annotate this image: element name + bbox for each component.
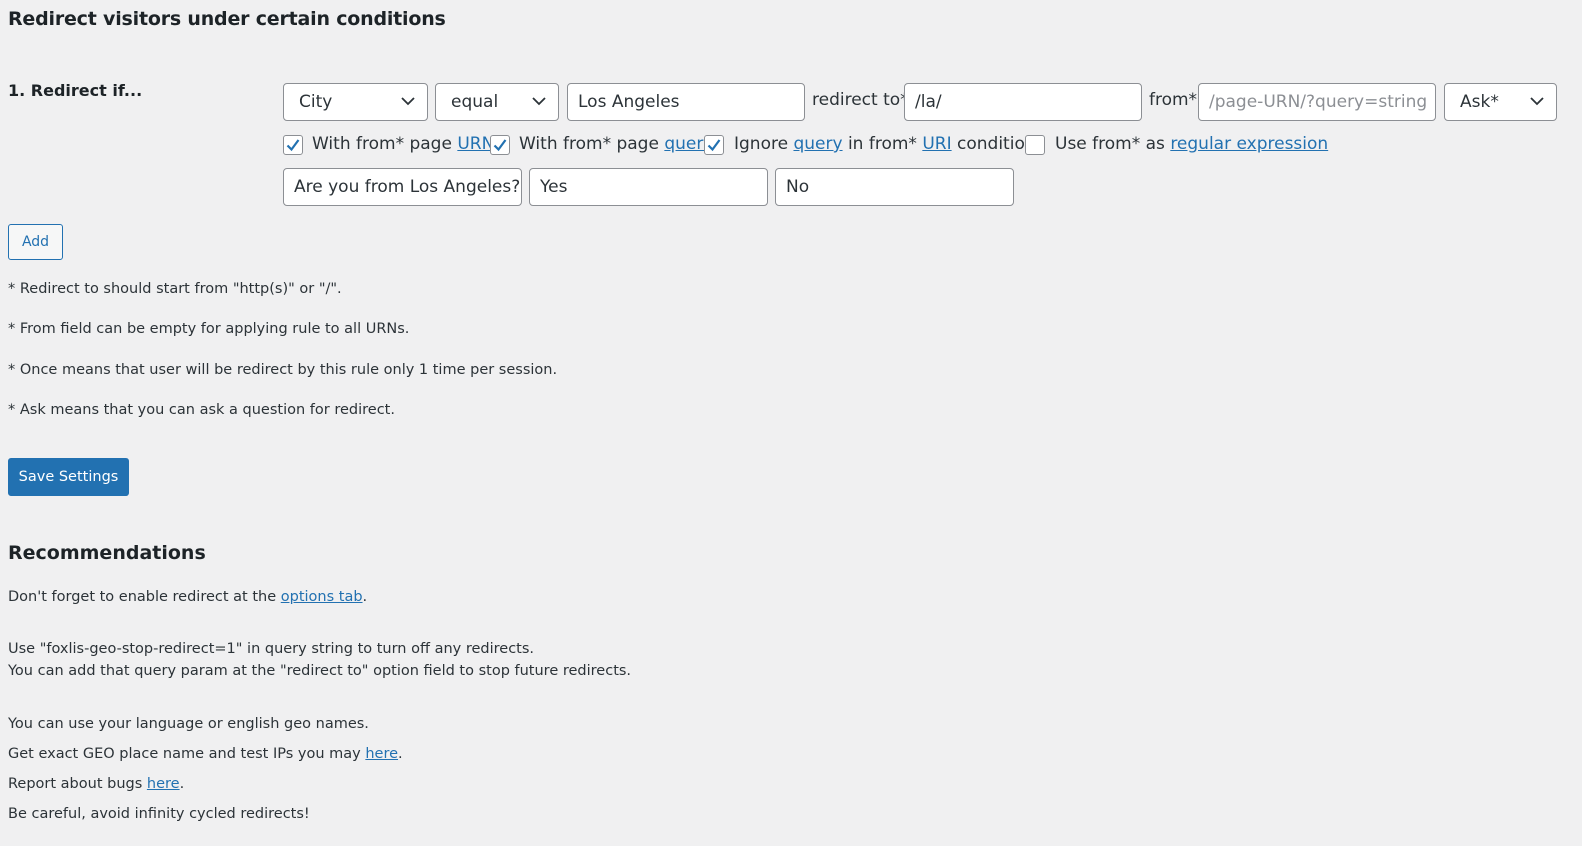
bugs-here-link[interactable]: here (147, 776, 180, 792)
note-ask: * Ask means that you can ask a question … (8, 402, 395, 418)
from-input[interactable]: /page-URN/?query=string (1198, 83, 1436, 121)
with-page-urn-label: With from* page URN (312, 134, 495, 154)
recommendations-heading: Recommendations (8, 542, 206, 564)
language-text: You can use your language or english geo… (8, 716, 369, 732)
mode-value: Ask* (1460, 92, 1499, 112)
condition-value-text: Los Angeles (578, 92, 680, 112)
operator-select[interactable]: equal (435, 83, 559, 121)
condition-type-value: City (299, 92, 333, 112)
chevron-down-icon (532, 97, 546, 106)
options-tab-link[interactable]: options tab (281, 589, 363, 605)
redirect-to-text: /la/ (915, 92, 942, 112)
add-rule-button[interactable]: Add (8, 224, 63, 260)
operator-value: equal (451, 92, 499, 112)
ignore-query-checkbox[interactable] (704, 135, 724, 155)
stop-redirect-line-2: You can add that query param at the "red… (8, 663, 632, 679)
redirect-to-label: redirect to* (812, 90, 909, 110)
save-settings-button[interactable]: Save Settings (8, 458, 129, 496)
chevron-down-icon (401, 97, 415, 106)
checkmark-icon (707, 139, 721, 152)
regular-expression-link[interactable]: regular expression (1170, 134, 1328, 154)
checkmark-icon (286, 139, 300, 152)
chevron-down-icon (1530, 97, 1544, 106)
no-answer-input[interactable]: No (775, 168, 1014, 206)
note-from-field: * From field can be empty for applying r… (8, 321, 410, 337)
uri-link[interactable]: URI (922, 134, 951, 154)
careful-text: Be careful, avoid infinity cycled redire… (8, 806, 310, 822)
use-regex-checkbox[interactable] (1025, 135, 1045, 155)
report-bugs-text: Report about bugs here. (8, 776, 185, 792)
urn-link[interactable]: URN (457, 134, 494, 154)
geo-names-text: Get exact GEO place name and test IPs yo… (8, 746, 403, 762)
page-title: Redirect visitors under certain conditio… (8, 8, 446, 30)
question-input[interactable]: Are you from Los Angeles? (283, 168, 522, 206)
redirect-to-input[interactable]: /la/ (904, 83, 1142, 121)
use-regex-label: Use from* as regular expression (1055, 134, 1329, 154)
checkmark-icon (493, 139, 507, 152)
ignore-query-link[interactable]: query (793, 134, 842, 154)
question-text: Are you from Los Angeles? (294, 177, 521, 197)
condition-value-input[interactable]: Los Angeles (567, 83, 805, 121)
with-page-query-label: With from* page query (519, 134, 714, 154)
enable-redirect-text: Don't forget to enable redirect at the o… (8, 589, 368, 605)
yes-answer-input[interactable]: Yes (529, 168, 768, 206)
geo-here-link[interactable]: here (365, 746, 398, 762)
rule-label: 1. Redirect if... (8, 81, 143, 100)
note-redirect-to: * Redirect to should start from "http(s)… (8, 281, 342, 297)
with-page-urn-checkbox[interactable] (283, 135, 303, 155)
ignore-query-label: Ignore query in from* URI conditions (734, 134, 1045, 154)
note-once: * Once means that user will be redirect … (8, 362, 558, 378)
no-answer-text: No (786, 177, 810, 197)
from-label: from* (1149, 90, 1198, 110)
mode-select[interactable]: Ask* (1444, 83, 1557, 121)
stop-redirect-line-1: Use "foxlis-geo-stop-redirect=1" in quer… (8, 641, 535, 657)
yes-answer-text: Yes (540, 177, 568, 197)
with-page-query-checkbox[interactable] (490, 135, 510, 155)
from-placeholder: /page-URN/?query=string (1209, 92, 1428, 112)
condition-type-select[interactable]: City (283, 83, 428, 121)
